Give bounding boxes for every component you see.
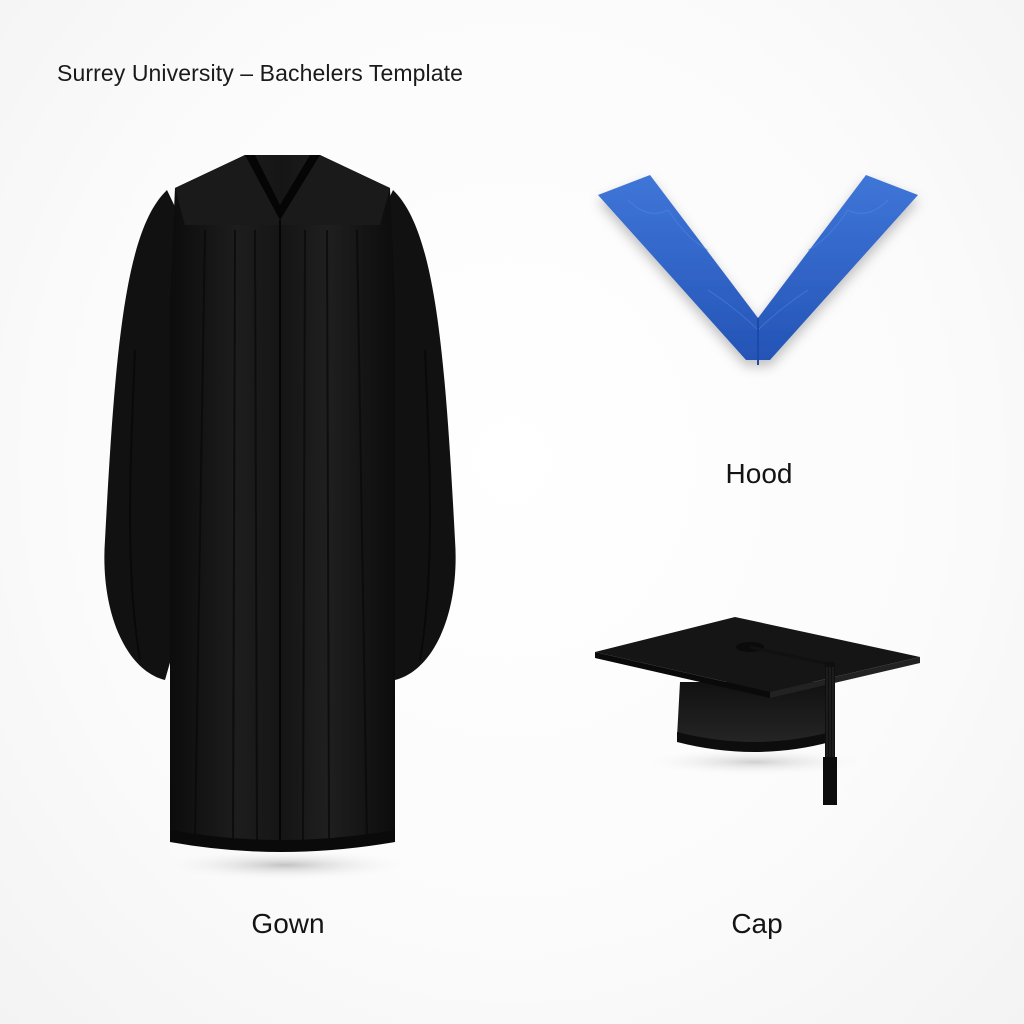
cap-label: Cap [731,908,783,939]
mortarboard-cap-icon [585,612,925,812]
gown-icon [95,150,465,895]
hood-label: Hood [725,458,793,489]
page-title: Surrey University – Bachelers Template [57,60,464,86]
template-page: Surrey University – Bachelers Template G… [0,0,1024,1024]
hood-icon [588,170,928,380]
gown-label: Gown [251,908,325,939]
